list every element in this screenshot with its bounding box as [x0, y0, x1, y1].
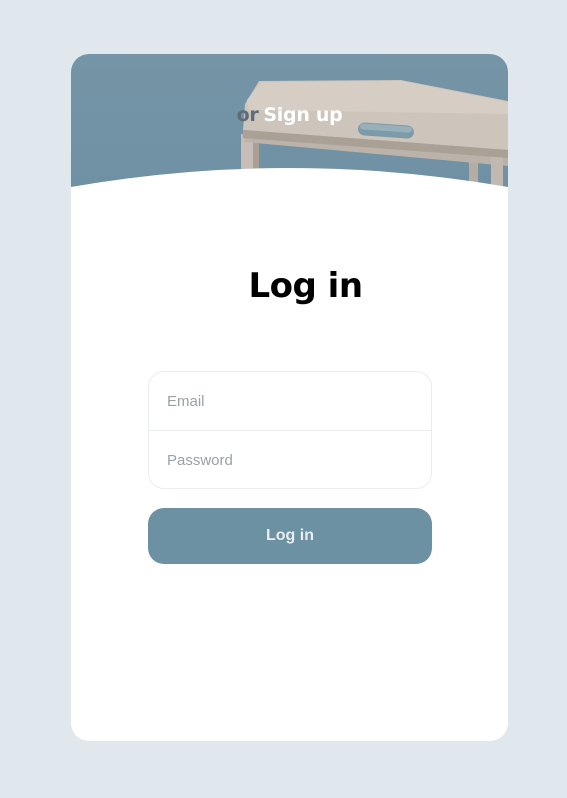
- signup-link[interactable]: Sign up: [263, 104, 342, 126]
- password-field[interactable]: [149, 431, 431, 488]
- login-button[interactable]: Log in: [148, 508, 432, 564]
- login-card: orSign up Log in Log in: [71, 54, 508, 741]
- or-text: or: [236, 104, 259, 126]
- hero-image: or Sign up: [71, 54, 508, 254]
- page-title: Log in: [248, 266, 363, 306]
- hero-curve: [71, 168, 508, 254]
- email-field[interactable]: [149, 372, 431, 430]
- signup-prompt: or Sign up: [71, 104, 508, 126]
- credentials-fieldset: [148, 371, 432, 489]
